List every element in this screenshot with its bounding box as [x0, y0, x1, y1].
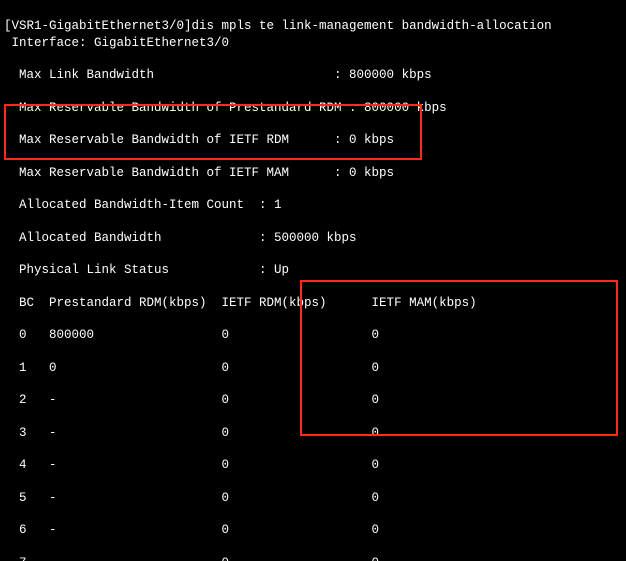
output-line: Max Reservable Bandwidth of IETF MAM : 0…	[4, 165, 622, 181]
output-line: Max Reservable Bandwidth of IETF RDM : 0…	[4, 132, 622, 148]
bc-row: 6 - 0 0	[4, 522, 622, 538]
output-line: Interface: GigabitEthernet3/0	[4, 35, 622, 51]
bc-row: 4 - 0 0	[4, 457, 622, 473]
bc-header: BC Prestandard RDM(kbps) IETF RDM(kbps) …	[4, 295, 622, 311]
output-line: Max Reservable Bandwidth of Prestandard …	[4, 100, 622, 116]
command-text: dis mpls te link-management bandwidth-al…	[192, 19, 552, 33]
bc-row: 1 0 0 0	[4, 360, 622, 376]
bc-row: 0 800000 0 0	[4, 327, 622, 343]
prompt: [VSR1-GigabitEthernet3/0]	[4, 19, 192, 33]
bc-row: 3 - 0 0	[4, 425, 622, 441]
bc-row: 7 - 0 0	[4, 555, 622, 561]
alloc-line: Physical Link Status : Up	[4, 262, 622, 278]
output-line: Max Link Bandwidth : 800000 kbps	[4, 67, 622, 83]
terminal[interactable]: [VSR1-GigabitEthernet3/0]dis mpls te lin…	[0, 0, 626, 561]
bc-row: 5 - 0 0	[4, 490, 622, 506]
bc-row: 2 - 0 0	[4, 392, 622, 408]
alloc-line: Allocated Bandwidth-Item Count : 1	[4, 197, 622, 213]
alloc-line: Allocated Bandwidth : 500000 kbps	[4, 230, 622, 246]
